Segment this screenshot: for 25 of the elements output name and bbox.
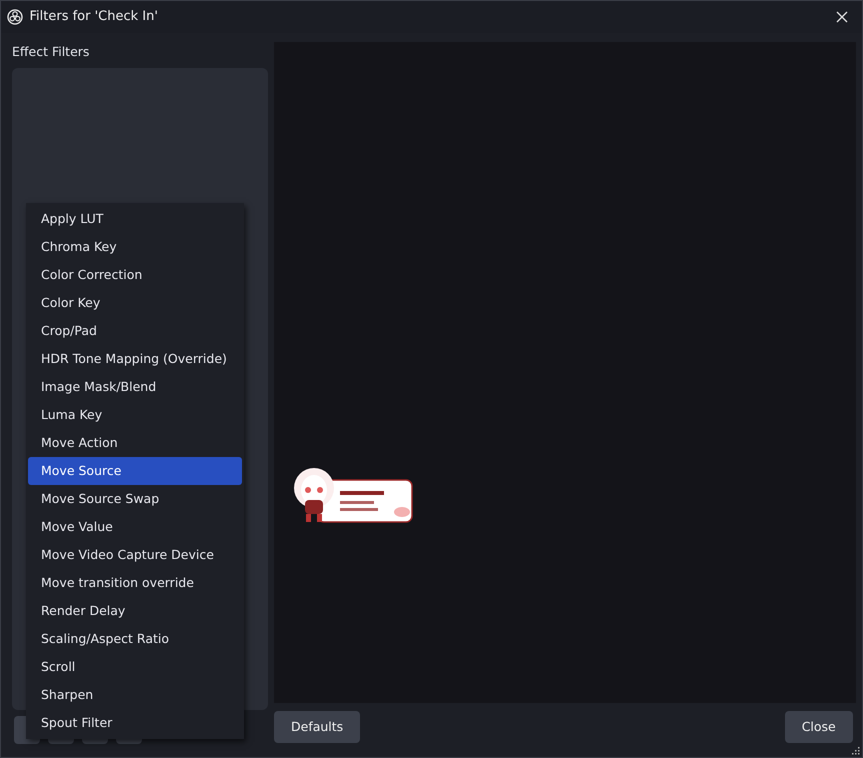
menu-item[interactable]: Image Mask/Blend [28, 373, 242, 401]
menu-item[interactable]: Scaling/Aspect Ratio [28, 625, 242, 653]
menu-item[interactable]: Color Key [28, 289, 242, 317]
menu-item[interactable]: Chroma Key [28, 233, 242, 261]
menu-item[interactable]: Render Delay [28, 597, 242, 625]
menu-item[interactable]: Move Video Capture Device [28, 541, 242, 569]
menu-item[interactable]: Move Source [28, 457, 242, 485]
menu-item[interactable]: Luma Key [28, 401, 242, 429]
menu-item[interactable]: Apply LUT [28, 205, 242, 233]
menu-item[interactable]: Color Correction [28, 261, 242, 289]
menu-item[interactable]: Crop/Pad [28, 317, 242, 345]
menu-item[interactable]: Move Source Swap [28, 485, 242, 513]
app-logo-icon [7, 9, 24, 25]
menu-item[interactable]: Move transition override [28, 569, 242, 597]
menu-item[interactable]: Sharpen [28, 681, 242, 709]
menu-item[interactable]: Move Action [28, 429, 242, 457]
section-label: Effect Filters [12, 43, 90, 61]
menu-item[interactable]: Move Value [28, 513, 242, 541]
resize-grip-icon[interactable] [852, 747, 860, 755]
close-button[interactable]: Close [784, 711, 853, 743]
menu-item[interactable]: Scroll [28, 653, 242, 681]
menu-item[interactable]: Spout Filter [28, 709, 242, 737]
menu-item[interactable]: HDR Tone Mapping (Override) [28, 345, 242, 373]
window-title: Filters for 'Check In' [30, 8, 158, 26]
defaults-button[interactable]: Defaults [274, 711, 360, 743]
